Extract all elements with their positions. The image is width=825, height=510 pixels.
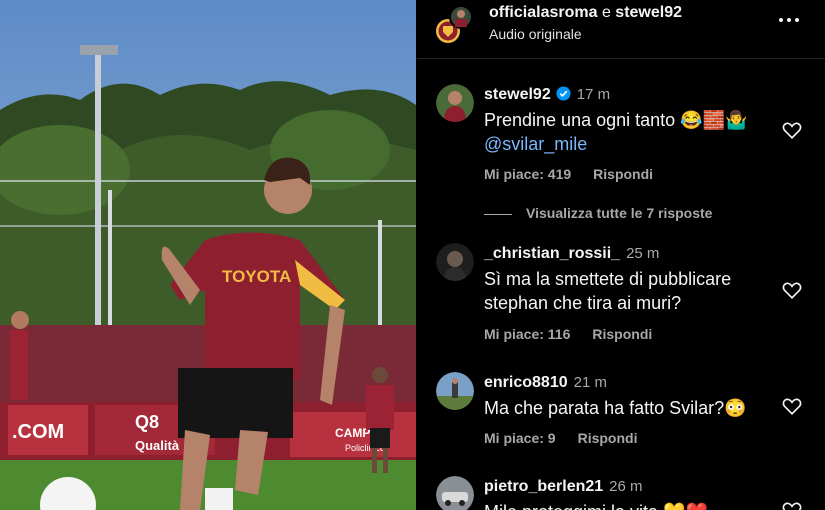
comment-time: 17 m [576, 86, 611, 103]
comment-likes[interactable]: Mi piace: 116 [484, 326, 570, 342]
view-replies-button[interactable]: Visualizza tutte le 7 risposte [484, 205, 712, 221]
avatar-stewel92[interactable] [436, 84, 474, 122]
reel-video-frame: .COM Q8 Qualità CAMPU Policlinico TOYOTA [0, 0, 416, 510]
comment-username[interactable]: enrico8810 21 m [484, 374, 607, 392]
heart-icon[interactable] [781, 395, 803, 417]
post-authors: officialasroma e stewel92 [489, 4, 682, 22]
comment-meta: Mi piace: 116 Rispondi [484, 326, 674, 342]
audio-label[interactable]: Audio originale [489, 26, 582, 42]
heart-icon[interactable] [781, 119, 803, 141]
comment-text: Ma che parata ha fatto Svilar?😳 [484, 398, 747, 418]
comment-text: Mile proteggimi la vita 💛❤️ [484, 500, 774, 510]
ad-board-left: .COM [12, 421, 64, 443]
author-officialasroma[interactable]: officialasroma [489, 4, 597, 21]
post-header: officialasroma e stewel92 Audio original… [417, 0, 825, 59]
reply-button[interactable]: Rispondi [578, 430, 638, 446]
ad-board-mid-sub: Qualità [135, 438, 180, 453]
ad-board-mid: Q8 [135, 412, 159, 432]
avatar-christian[interactable] [436, 243, 474, 281]
comment-likes[interactable]: Mi piace: 9 [484, 430, 556, 446]
comment-text: Prendine una ogni tanto 😂🧱🤷‍♂️ @svilar_m… [484, 108, 774, 156]
comment-username[interactable]: stewel92 17 m [484, 86, 610, 104]
reel-video[interactable]: .COM Q8 Qualità CAMPU Policlinico TOYOTA [0, 0, 416, 510]
comments-panel: officialasroma e stewel92 Audio original… [417, 0, 825, 510]
comment-likes[interactable]: Mi piace: 419 [484, 166, 571, 182]
comment-mention[interactable]: @svilar_mile [484, 132, 774, 156]
comment-username[interactable]: _christian_rossii_ 25 m [484, 245, 659, 263]
more-icon[interactable] [777, 6, 801, 30]
author-stewel92[interactable]: stewel92 [615, 4, 682, 21]
roma-avatar[interactable] [434, 4, 474, 44]
reply-button[interactable]: Rispondi [592, 326, 652, 342]
comment-time: 21 m [573, 374, 607, 391]
reply-button[interactable]: Rispondi [593, 166, 653, 182]
comment-username[interactable]: pietro_berlen21 26 m [484, 478, 643, 496]
avatar-pietro[interactable] [436, 476, 474, 510]
author-separator: e [601, 4, 611, 21]
heart-icon[interactable] [781, 279, 803, 301]
comment-meta: Mi piace: 9 Rispondi [484, 430, 659, 446]
comment-text: Sì ma la smettete di pubblicare stephan … [484, 269, 732, 313]
avatar-enrico[interactable] [436, 372, 474, 410]
comment-time: 26 m [609, 478, 643, 495]
verified-icon [556, 86, 571, 101]
heart-icon[interactable] [781, 499, 803, 510]
comment-time: 25 m [626, 245, 660, 262]
comment-meta: Mi piace: 419 Rispondi [484, 166, 675, 182]
jersey-sponsor: TOYOTA [222, 267, 291, 286]
